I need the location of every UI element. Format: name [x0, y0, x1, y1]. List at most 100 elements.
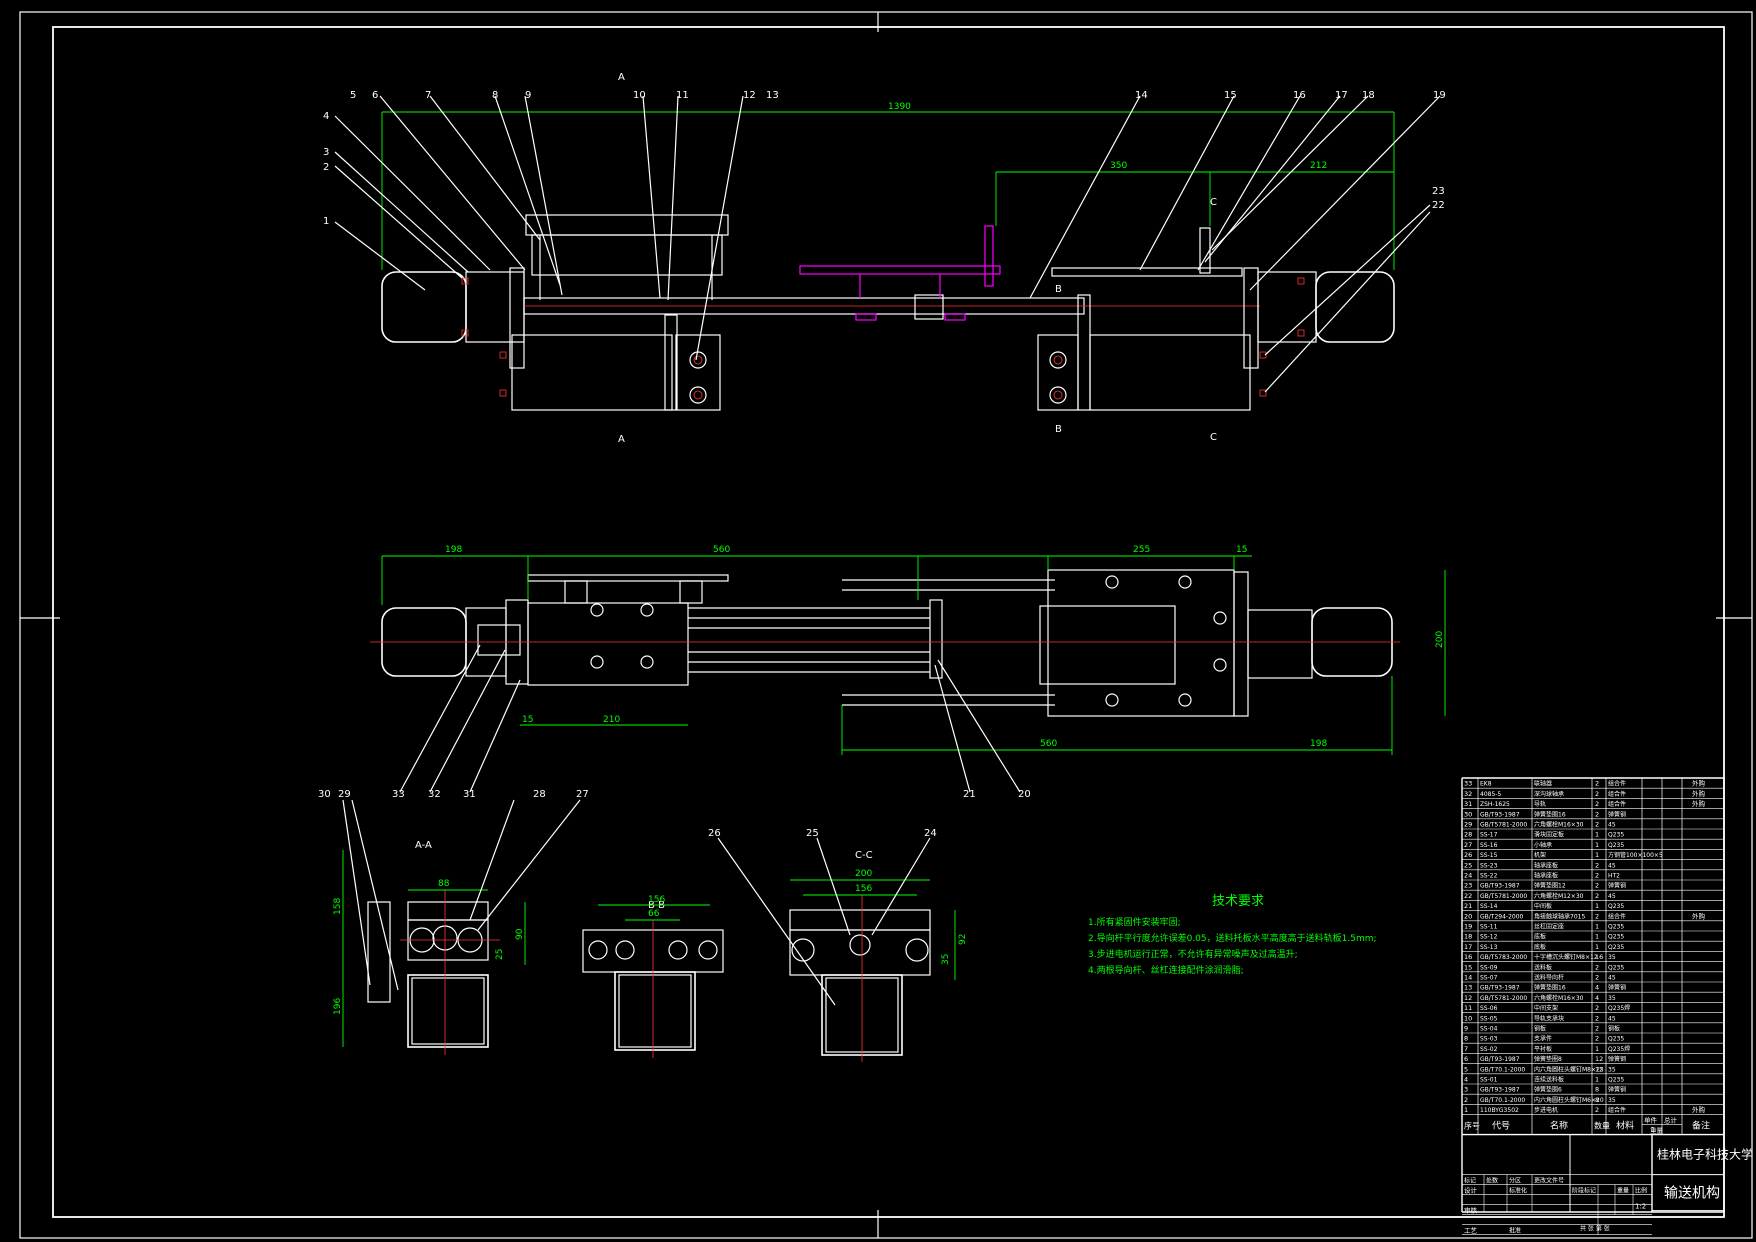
bom-row-name: 弹簧垫圈16 — [1534, 810, 1566, 818]
bom-row-qty: 12 — [1595, 1055, 1603, 1063]
bom-row-code: GB/T294-2000 — [1480, 913, 1524, 920]
bom-row-qty: 2 — [1595, 1106, 1599, 1114]
bom-row-qty: 2 — [1595, 780, 1599, 788]
bom-row-qty: 2 — [1595, 912, 1599, 920]
balloon-16: 16 — [1293, 90, 1306, 101]
bom-row-material: 弹簧钢 — [1608, 1055, 1626, 1063]
dim-aa-25: 25 — [495, 949, 505, 960]
balloon-17: 17 — [1335, 90, 1348, 101]
bom-row-qty: 1 — [1595, 1076, 1599, 1084]
bom-row-no: 30 — [1464, 810, 1472, 818]
dim-350: 350 — [1110, 161, 1127, 171]
dim-mid-200: 200 — [1435, 631, 1445, 648]
bom-row-no: 31 — [1464, 800, 1472, 808]
bom-row-no: 26 — [1464, 851, 1472, 859]
bom-row-qty: 2 — [1595, 821, 1599, 829]
bom-row-material: 弹簧钢 — [1608, 984, 1626, 992]
bom-row-no: 1 — [1464, 1106, 1468, 1114]
tb-process: 工艺 — [1464, 1227, 1478, 1235]
dim-mid-198b: 198 — [1310, 739, 1327, 749]
bom-row-name: 中间板 — [1534, 902, 1552, 910]
balloon-3: 3 — [323, 147, 329, 158]
bom-row-name: 导轨支承块 — [1534, 1014, 1564, 1022]
bom-row-name: 深沟球轴承 — [1534, 790, 1564, 798]
left-motor — [381, 271, 467, 343]
tech-requirements-title: 技术要求 — [1211, 894, 1264, 909]
bom-row-no: 6 — [1464, 1055, 1468, 1063]
dim-1390: 1390 — [888, 102, 911, 112]
bom-row-no: 3 — [1464, 1086, 1468, 1094]
bom-row-qty: 2 — [1595, 810, 1599, 818]
bom-row-no: 8 — [1464, 1035, 1468, 1043]
balloon-27: 27 — [576, 789, 589, 800]
bom-row-qty: 2 — [1595, 872, 1599, 880]
tb-mark: 标记 — [1464, 1177, 1476, 1185]
bom-header-note: 备注 — [1692, 1120, 1710, 1132]
bom-row-no: 12 — [1464, 994, 1472, 1002]
bom-row-code: SS-03 — [1480, 1036, 1498, 1043]
section-c-bottom: C — [1210, 432, 1217, 443]
bom-row-code: GB/T5781-2000 — [1480, 995, 1527, 1002]
bom-row-code: SS-09 — [1480, 964, 1498, 971]
tech-req-item-1: 1.所有紧固件安装牢固; — [1088, 918, 1181, 928]
bom-row-material: Q235焊 — [1608, 1045, 1630, 1053]
bom-row-qty: 12 — [1595, 1065, 1603, 1073]
bom-row-qty: 4 — [1595, 994, 1599, 1002]
bom-row-no: 28 — [1464, 831, 1472, 839]
balloon-25: 25 — [806, 828, 819, 839]
bom-table: 33 EK8 联轴器 2 组合件 外购32 4085-5 深沟球轴承 2 组合件 外购31 ZSH-1… — [1461, 777, 1753, 1235]
bom-row-name: 弹簧垫圈12 — [1534, 882, 1566, 890]
balloon-9: 9 — [525, 90, 531, 101]
bom-row-name: 钢板 — [1534, 1025, 1546, 1033]
balloon-11: 11 — [676, 90, 689, 101]
bom-row-material: Q235 — [1608, 842, 1624, 849]
bom-row-no: 17 — [1464, 943, 1472, 951]
bom-row-no: 15 — [1464, 963, 1472, 971]
bom-row-name: 步进电机 — [1534, 1106, 1558, 1114]
bom-row-note: 外购 — [1692, 911, 1706, 920]
dim-cc-156: 156 — [855, 884, 872, 894]
bom-header-no: 序号 — [1464, 1121, 1480, 1131]
bom-row-no: 13 — [1464, 984, 1472, 992]
bom-row-code: SS-23 — [1480, 862, 1498, 869]
section-c-top: C — [1210, 197, 1217, 208]
bom-row-code: SS-07 — [1480, 975, 1498, 982]
dim-aa-196: 196 — [333, 998, 343, 1015]
balloon-4: 4 — [323, 111, 329, 122]
bom-row-qty: 1 — [1595, 841, 1599, 849]
bom-row-qty: 2 — [1595, 892, 1599, 900]
bom-row-name: 六角螺栓M16×30 — [1534, 994, 1584, 1002]
dim-cc-35: 35 — [941, 954, 951, 965]
bom-row-no: 22 — [1464, 892, 1472, 900]
balloon-8: 8 — [492, 90, 498, 101]
bom-row-code: 4085-5 — [1480, 791, 1501, 798]
dim-bb-66: 66 — [648, 909, 660, 919]
bom-row-no: 27 — [1464, 841, 1472, 849]
bom-row-no: 24 — [1464, 872, 1472, 880]
balloon-23: 23 — [1432, 186, 1445, 197]
tb-check: 审核 — [1464, 1206, 1478, 1215]
bom-header-total: 总计 — [1664, 1116, 1678, 1125]
bom-row-material: 弹簧钢 — [1608, 882, 1626, 890]
dim-mid-560a: 560 — [713, 545, 730, 555]
bom-row-name: 支承件 — [1534, 1035, 1552, 1043]
balloon-20: 20 — [1018, 789, 1031, 800]
bom-row-qty: 2 — [1595, 882, 1599, 890]
bom-row-code: GB/T70.1-2000 — [1480, 1097, 1525, 1104]
bom-row-material: Q235焊 — [1608, 1004, 1630, 1012]
balloon-29: 29 — [338, 789, 351, 800]
tech-req-item-2: 2.导向杆平行度允许误差0.05，送料托板水平高度高于送料轨板1.5mm; — [1088, 934, 1377, 944]
bom-row-material: 35 — [1608, 954, 1616, 961]
bom-row-code: GB/T5781-2000 — [1480, 893, 1527, 900]
balloon-22: 22 — [1432, 200, 1445, 211]
bom-row-material: Q235 — [1608, 934, 1624, 941]
bom-row-name: 中间支架 — [1534, 1004, 1558, 1012]
bom-row-no: 14 — [1464, 974, 1472, 982]
balloon-33: 33 — [392, 789, 405, 800]
balloon-5: 5 — [350, 90, 356, 101]
bom-row-material: 45 — [1608, 822, 1616, 829]
section-cc: C-C 200 156 92 35 26 25 24 — [708, 828, 968, 1062]
section-b-bottom: B — [1055, 424, 1062, 435]
bom-row-code: SS-22 — [1480, 873, 1498, 880]
bom-row-material: Q235 — [1608, 903, 1624, 910]
